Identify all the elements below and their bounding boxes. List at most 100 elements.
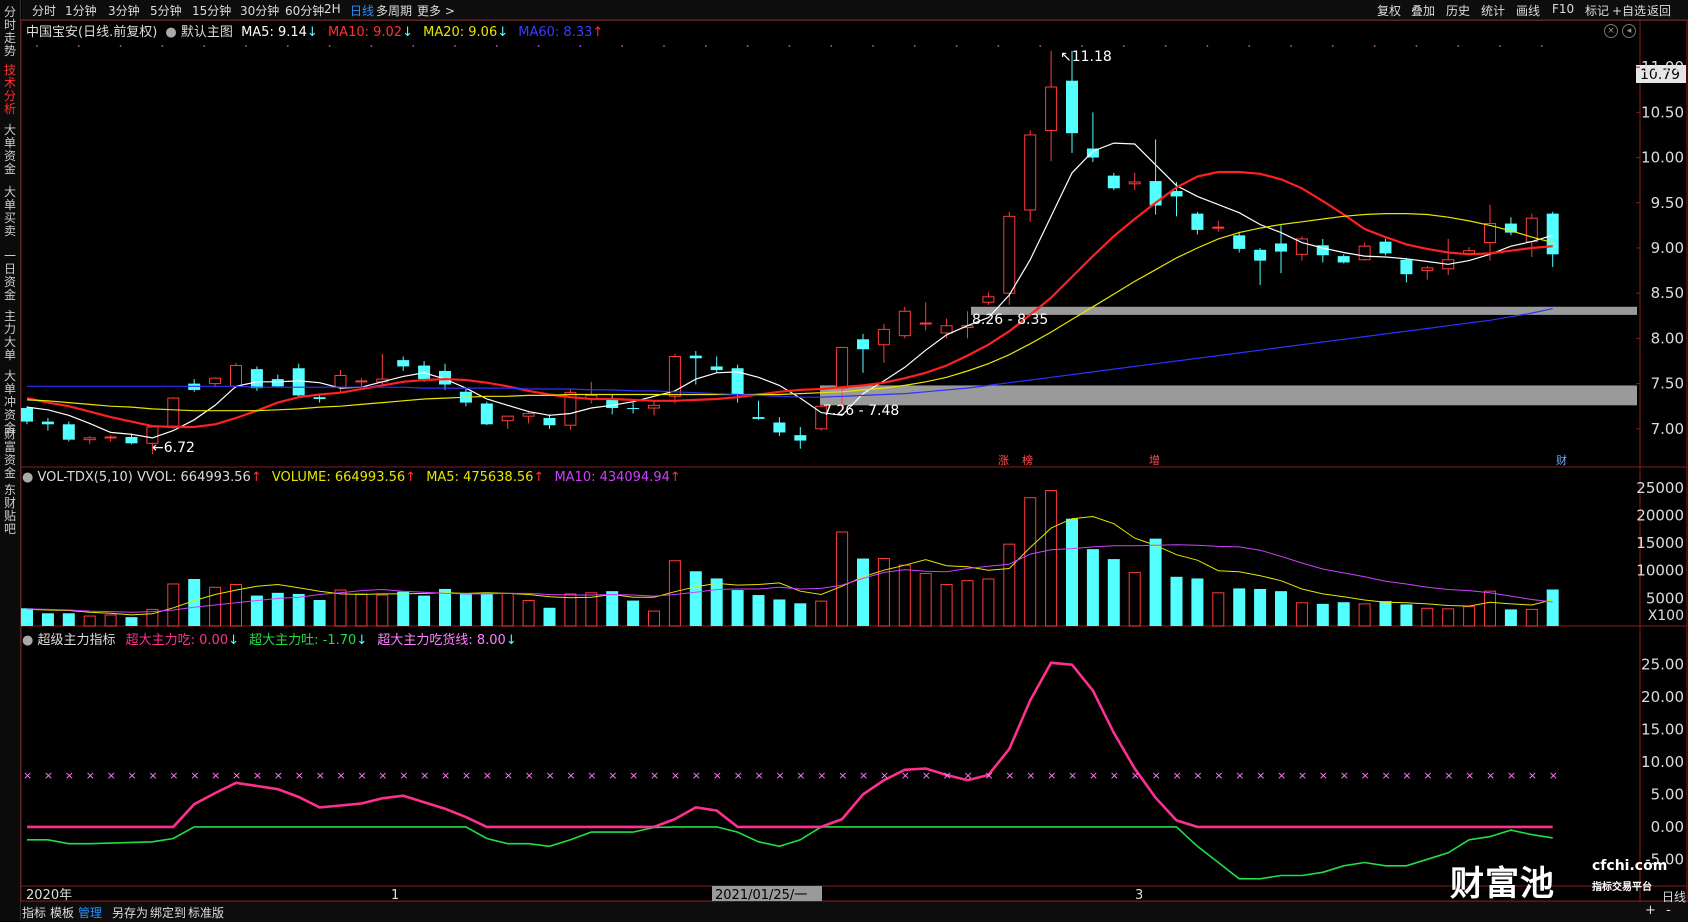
candle-body [543,417,556,426]
event-dot [1039,45,1042,47]
zoom-in-button[interactable]: + [1645,903,1656,918]
candle-body [1233,235,1246,249]
candle [104,435,117,442]
candle-body [1275,243,1287,252]
main-ytick-label: 10.50 [1641,103,1684,121]
eat-line-marker: × [1528,769,1537,782]
volume-bar [857,558,869,626]
eat-line-marker: × [316,769,325,782]
eat-line-marker: × [1507,769,1516,782]
eat-line-marker: × [1277,769,1286,782]
event-dot [704,45,707,47]
eat-line-marker: × [1340,769,1349,782]
eat-line-marker: × [1444,769,1453,782]
eat-line-marker: × [838,769,847,782]
volume-bar [41,613,54,626]
candle-body [1421,267,1434,272]
eat-line-marker: × [984,769,993,782]
volume-bar [125,617,138,626]
event-marker-1: 榜 [1022,453,1033,467]
eat-line-marker: × [734,769,743,782]
eat-line-marker: × [1361,769,1370,782]
candle-body [606,398,619,409]
eat-line-marker: × [1026,769,1035,782]
eat-line-marker: × [796,769,805,782]
candle-body [940,325,953,334]
eat-line [27,661,1553,829]
event-dot [579,45,582,47]
eat-line-marker: × [86,769,95,782]
volume-bar [836,531,849,627]
candle [167,397,180,429]
candle-body [1107,175,1120,189]
volume-bar [1191,578,1204,626]
bottom-tab-5[interactable]: 标准版 [188,904,224,921]
eat-line-marker: × [671,769,680,782]
candle [1442,238,1455,276]
volume-bar [1170,576,1183,626]
candle [857,333,869,373]
volume-bar [397,591,410,626]
candle [1421,266,1434,280]
event-dot [1081,45,1083,47]
candle [1212,220,1225,232]
zoom-out-button[interactable]: - [1666,903,1671,918]
support-zone-upper [971,306,1637,315]
eat-line-marker: × [23,769,32,782]
eat-line-marker: × [629,769,638,782]
eat-line-marker: × [566,769,575,782]
main-ytick-label: 7.00 [1651,420,1684,438]
eat-line-marker: × [1235,769,1244,782]
bottom-tab-2[interactable]: 管理 [78,904,102,921]
event-dot [370,45,373,47]
eat-line-marker: × [587,769,596,782]
candle-body [355,380,368,383]
candle [919,302,932,331]
volume-bar [83,615,96,627]
volume-bar [961,580,974,627]
candle-body [1128,181,1141,185]
volume-bar [1107,559,1120,626]
volume-bar [1295,602,1308,627]
eat-line-marker: × [1214,769,1223,782]
candle-body [627,408,640,410]
eat-line-marker: × [148,769,157,782]
vol-unit-label: X100 [1648,608,1684,624]
event-dot [997,45,1000,47]
volume-bar [21,608,33,626]
event-dot [203,45,206,47]
volume-bar [898,564,911,627]
bottom-tab-1[interactable]: 模板 [50,904,74,921]
volume-bar [522,600,535,627]
volume-bar [731,590,744,626]
event-dot [1206,45,1209,47]
candle-body [1379,241,1392,254]
volume-bar [1086,549,1099,626]
volume-bar [355,593,368,627]
candle [1233,231,1246,253]
candle [1358,242,1371,261]
eat-line-marker: × [462,769,471,782]
eat-line-marker: × [483,769,492,782]
volume-bar [292,593,305,626]
volume-bar [1379,601,1392,626]
candle-body [1024,134,1037,211]
candle [543,414,556,429]
candle [1191,211,1204,235]
candle-body [1546,213,1559,255]
high-price-label: ↖11.18 [1060,49,1112,65]
candle [877,323,890,363]
bottom-tab-4[interactable]: 绑定到 [150,904,186,921]
candle-body [230,365,242,387]
stock-chart-canvas[interactable]: ↖11.18 ←6.72 8.26 - 8.35 7.26 - 7.48 涨榜 增 财 10.… [0,0,1688,921]
event-dot [788,45,791,47]
event-dot [663,45,665,47]
eat-line-marker: × [1382,769,1391,782]
candle [418,361,431,382]
bottom-tab-3[interactable]: 另存为 [112,904,148,921]
candle [1316,238,1329,263]
eat-line-marker: × [190,769,199,782]
bottom-tab-0[interactable]: 指标 [22,904,46,921]
eat-line-marker: × [922,769,931,782]
eat-line-marker: × [211,769,220,782]
